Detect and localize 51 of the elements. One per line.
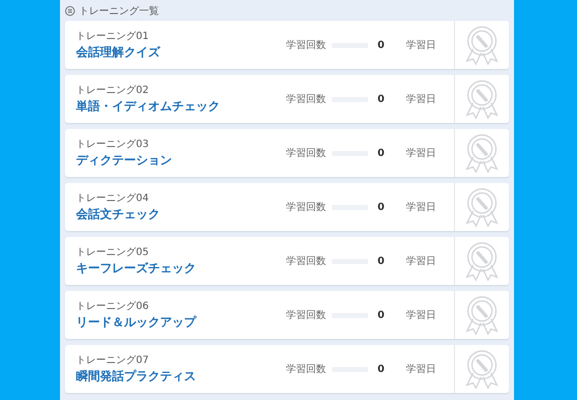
count-value: 0 bbox=[376, 94, 386, 104]
date-label: 学習日 bbox=[406, 147, 436, 160]
training-number: トレーニング05 bbox=[76, 246, 150, 259]
medal-icon bbox=[464, 349, 500, 389]
date-label: 学習日 bbox=[406, 255, 436, 268]
training-card[interactable]: トレーニング02 単語・イディオムチェック 学習回数 0 学習日 bbox=[65, 75, 509, 123]
section-title: トレーニング一覧 bbox=[79, 4, 159, 18]
training-card[interactable]: トレーニング05 キーフレーズチェック 学習回数 0 学習日 bbox=[65, 237, 509, 285]
training-number: トレーニング02 bbox=[76, 84, 150, 97]
count-label: 学習回数 bbox=[286, 93, 326, 106]
medal-icon bbox=[464, 25, 500, 65]
date-label: 学習日 bbox=[406, 93, 436, 106]
count-value: 0 bbox=[376, 310, 386, 320]
training-title: キーフレーズチェック bbox=[76, 260, 197, 277]
training-number: トレーニング03 bbox=[76, 138, 150, 151]
training-number: トレーニング01 bbox=[76, 30, 150, 43]
training-number: トレーニング07 bbox=[76, 354, 150, 367]
date-label: 学習日 bbox=[406, 201, 436, 214]
count-label: 学習回数 bbox=[286, 255, 326, 268]
count-value: 0 bbox=[376, 148, 386, 158]
list-icon bbox=[65, 6, 75, 16]
count-label: 学習回数 bbox=[286, 309, 326, 322]
count-label: 学習回数 bbox=[286, 201, 326, 214]
training-number: トレーニング04 bbox=[76, 192, 150, 205]
count-value: 0 bbox=[376, 40, 386, 50]
medal-icon bbox=[464, 187, 500, 227]
count-value: 0 bbox=[376, 364, 386, 374]
training-title: リード＆ルックアップ bbox=[76, 314, 198, 331]
training-title: 会話理解クイズ bbox=[76, 44, 162, 61]
medal-icon bbox=[464, 133, 500, 173]
count-label: 学習回数 bbox=[286, 363, 326, 376]
training-title: ディクテーション bbox=[76, 152, 173, 169]
training-number: トレーニング06 bbox=[76, 300, 150, 313]
training-card[interactable]: トレーニング04 会話文チェック 学習回数 0 学習日 bbox=[65, 183, 509, 231]
count-label: 学習回数 bbox=[286, 147, 326, 160]
training-card[interactable]: トレーニング06 リード＆ルックアップ 学習回数 0 学習日 bbox=[65, 291, 509, 339]
count-value: 0 bbox=[376, 202, 386, 212]
training-card[interactable]: トレーニング03 ディクテーション 学習回数 0 学習日 bbox=[65, 129, 509, 177]
training-card[interactable]: トレーニング01 会話理解クイズ 学習回数 0 学習日 bbox=[65, 21, 509, 69]
training-title: 単語・イディオムチェック bbox=[76, 98, 221, 115]
medal-icon bbox=[464, 79, 500, 119]
medal-icon bbox=[464, 241, 500, 281]
date-label: 学習日 bbox=[406, 309, 436, 322]
count-value: 0 bbox=[376, 256, 386, 266]
date-label: 学習日 bbox=[406, 363, 436, 376]
medal-icon bbox=[464, 295, 500, 335]
date-label: 学習日 bbox=[406, 39, 436, 52]
count-label: 学習回数 bbox=[286, 39, 326, 52]
training-title: 会話文チェック bbox=[76, 206, 161, 223]
training-card[interactable]: トレーニング07 瞬間発話プラクティス 学習回数 0 学習日 bbox=[65, 345, 509, 393]
training-title: 瞬間発話プラクティス bbox=[76, 368, 197, 385]
